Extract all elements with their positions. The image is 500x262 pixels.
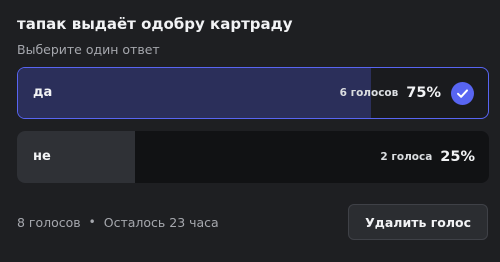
total-votes: 8 голосов xyxy=(17,214,81,230)
poll-answers: да 6 голосов 75% не 2 голоса 25% xyxy=(17,67,489,183)
poll-question: тапак выдаёт одобру картраду xyxy=(17,15,293,33)
answer-percent: 75% xyxy=(406,85,441,101)
answer-label: да xyxy=(33,85,53,100)
poll-answer-ne[interactable]: не 2 голоса 25% xyxy=(17,131,489,183)
meta-separator: • xyxy=(88,215,96,229)
poll-footer: 8 голосов • Осталось 23 часа Удалить гол… xyxy=(17,204,488,240)
answer-percent: 25% xyxy=(440,149,475,165)
remove-vote-button[interactable]: Удалить голос xyxy=(348,204,488,240)
time-left: Осталось 23 часа xyxy=(103,214,219,230)
answer-label: не xyxy=(33,149,51,164)
answer-vote-count: 2 голоса xyxy=(380,151,433,163)
poll-hint: Выберите один ответ xyxy=(17,42,160,57)
poll-answer-da[interactable]: да 6 голосов 75% xyxy=(17,67,489,119)
poll-card: тапак выдаёт одобру картраду Выберите од… xyxy=(0,0,500,262)
answer-result-bar xyxy=(18,68,371,118)
answer-stats: 6 голосов 75% xyxy=(340,68,474,118)
checkmark-circle-icon xyxy=(451,81,474,105)
answer-vote-count: 6 голосов xyxy=(339,87,399,99)
answer-stats: 2 голоса 25% xyxy=(380,131,475,183)
poll-meta: 8 голосов • Осталось 23 часа xyxy=(17,215,219,230)
